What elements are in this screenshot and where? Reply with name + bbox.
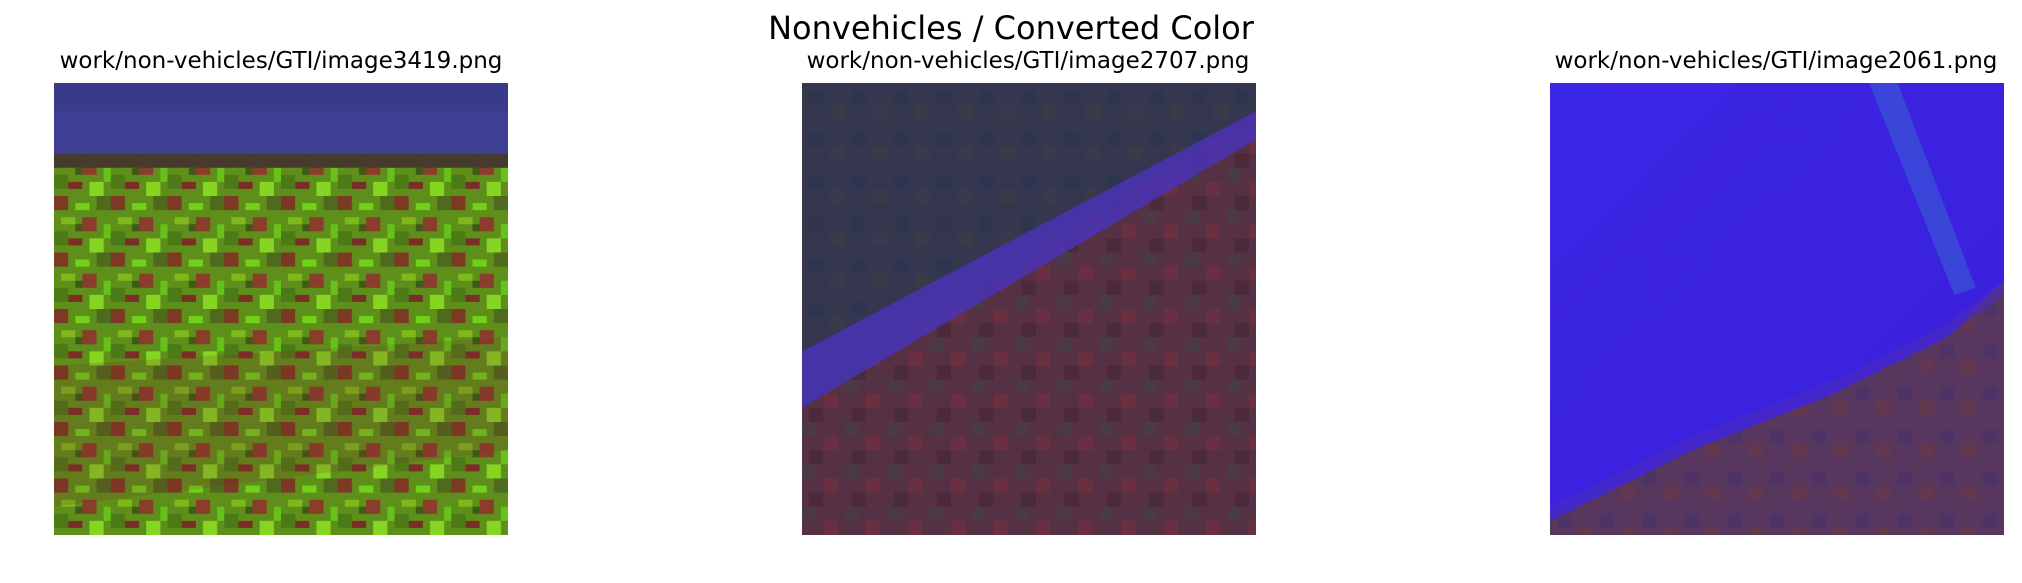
- panel-title-2: work/non-vehicles/GTI/image2707.png: [806, 48, 1250, 74]
- panel-title-1: work/non-vehicles/GTI/image3419.png: [59, 48, 503, 74]
- panel-image-2: [802, 83, 1256, 535]
- image-blue-surface: [1550, 83, 2004, 535]
- figure-title: Nonvehicles / Converted Color: [768, 9, 1254, 47]
- panel-title-3: work/non-vehicles/GTI/image2061.png: [1554, 48, 1998, 74]
- image-grass-field: [54, 83, 508, 535]
- panel-image-3: [1550, 83, 2004, 535]
- image-road-edge: [802, 83, 1256, 535]
- panel-image-1: [54, 83, 508, 535]
